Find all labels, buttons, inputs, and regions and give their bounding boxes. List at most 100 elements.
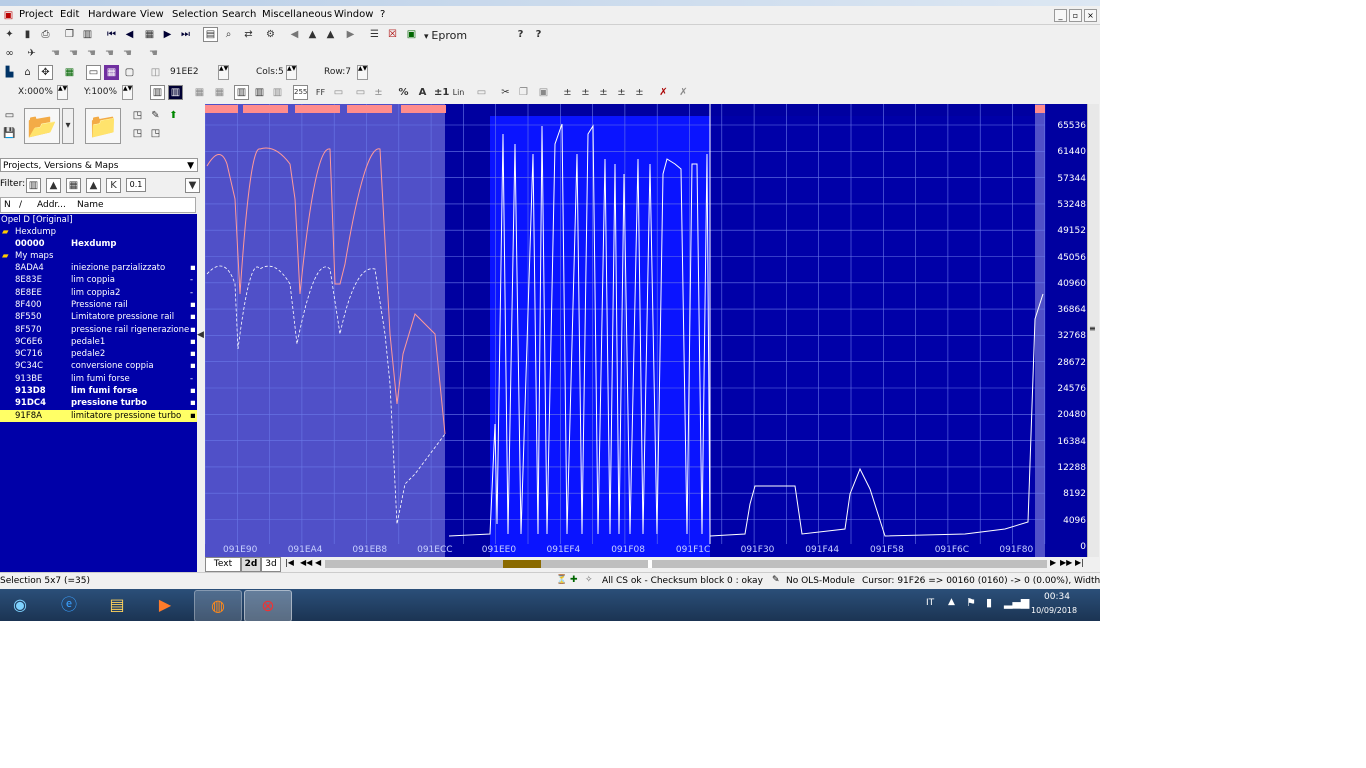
save-map-icon[interactable]: ◫ [148, 65, 163, 80]
op6-icon[interactable]: ✗ [656, 85, 671, 100]
forward-icon[interactable]: ▶ [343, 27, 358, 42]
tree-map-item[interactable]: 91F8A limitatore pressione turbo ▪ [0, 409, 197, 422]
tree-map-item[interactable]: 8E83E lim coppia - [0, 274, 197, 286]
wizard-icon[interactable]: ✦ [2, 27, 17, 42]
resize-icon[interactable]: ▢ [122, 65, 137, 80]
a-button[interactable]: A [415, 85, 430, 100]
col-addr[interactable]: Addr... [37, 200, 66, 210]
eprom-icon[interactable]: ▣ [404, 27, 419, 42]
op7-icon[interactable]: ✗ [676, 85, 691, 100]
explorer-icon[interactable]: ▤ [94, 590, 140, 620]
cols-field[interactable]: Cols:5 [256, 67, 284, 77]
hand4-icon[interactable]: ☚ [102, 46, 117, 61]
col-slash[interactable]: / [19, 200, 22, 210]
col-name[interactable]: Name [77, 200, 104, 210]
first-icon[interactable]: ⏮ [104, 27, 119, 42]
project-versions-combo[interactable]: Projects, Versions & Maps ▼ [0, 158, 198, 172]
split-icon[interactable]: ▭ [86, 65, 101, 80]
view-mode-2-icon[interactable]: ▥ [168, 85, 183, 100]
address-spinner[interactable]: ▲▼ [218, 65, 229, 80]
map-icon[interactable]: ▦ [62, 65, 77, 80]
view-mode-4-icon[interactable]: ▦ [212, 85, 227, 100]
tree-folder-mymaps[interactable]: ▰ My maps [0, 250, 197, 262]
clock-date[interactable]: 10/09/2018 [1031, 606, 1077, 615]
scroll-prev-page-icon[interactable]: ◀◀ [300, 558, 312, 567]
rows-spinner[interactable]: ▲▼ [357, 65, 368, 80]
table-view-icon[interactable]: ▤ [203, 27, 218, 42]
close-button[interactable]: × [1084, 9, 1097, 22]
tool-d-icon[interactable]: ◳ [130, 126, 145, 141]
y-zoom-spinner[interactable]: ▲▼ [122, 85, 133, 100]
op5-icon[interactable]: ± [632, 85, 647, 100]
menu-miscellaneous[interactable]: Miscellaneous [262, 9, 332, 20]
format-4-icon[interactable]: ▭ [353, 85, 368, 100]
back-icon[interactable]: ◀ [287, 27, 302, 42]
media-player-icon[interactable]: ▶ [142, 590, 188, 620]
filter-1-icon[interactable]: ▥ [26, 178, 41, 193]
rows-field[interactable]: Row:7 [324, 67, 351, 77]
scroll-last-icon[interactable]: ▶| [1075, 558, 1084, 567]
house-icon[interactable]: ⌂ [20, 65, 35, 80]
view-mode-1-icon[interactable]: ▥ [150, 85, 165, 100]
tree-map-item[interactable]: 913BE lim fumi forse - [0, 373, 197, 385]
tool-a-icon[interactable]: ◳ [130, 108, 145, 123]
menu-window[interactable]: Window [334, 9, 373, 20]
swap-icon[interactable]: ⇄ [241, 27, 256, 42]
tree-map-item[interactable]: 8E8EE lim coppia2 - [0, 287, 197, 299]
op4-icon[interactable]: ± [614, 85, 629, 100]
op1-icon[interactable]: ± [560, 85, 575, 100]
menu-hardware[interactable]: Hardware [88, 9, 136, 20]
tray-up-icon[interactable]: ▲ [948, 597, 955, 607]
language-indicator[interactable]: IT [926, 598, 934, 608]
filter-4-icon[interactable]: ▲ [86, 178, 101, 193]
tree-map-item[interactable]: 9C6E6 pedale1 ▪ [0, 336, 197, 348]
link-icon[interactable]: ∞ [2, 46, 17, 61]
plus-minus-one-button[interactable]: ±1 [433, 85, 449, 100]
flag-icon[interactable]: ⚑ [966, 596, 976, 609]
context-help-icon[interactable]: ? [531, 27, 546, 42]
map-graph[interactable]: 091E90 091EA4 091EB8 091ECC 091EE0 091EF4 091F… [205, 104, 1087, 557]
print-icon[interactable]: ⎙ [38, 27, 53, 42]
tool-c-icon[interactable]: ⬆ [166, 108, 181, 123]
view-mode-7-icon[interactable]: ▥ [270, 85, 285, 100]
filter-5-icon[interactable]: K [106, 178, 121, 193]
ie-icon[interactable]: ⓔ [46, 590, 92, 620]
tree-map-item[interactable]: 8F550 Limitatore pressione rail ▪ [0, 311, 197, 323]
format-ff-button[interactable]: FF [313, 85, 328, 100]
clock-time[interactable]: 00:34 [1044, 592, 1070, 602]
hand3-icon[interactable]: ☚ [84, 46, 99, 61]
splitter-arrow-icon[interactable]: ◀ [197, 330, 204, 340]
chart-icon[interactable]: ▙ [2, 65, 17, 80]
tree-map-item[interactable]: 91DC4 pressione turbo ▪ [0, 397, 197, 409]
new-icon[interactable]: ▭ [2, 108, 17, 123]
import-folder-icon[interactable]: 📁 [85, 108, 121, 144]
menu-selection[interactable]: Selection [172, 9, 218, 20]
view-mode-3-icon[interactable]: ▦ [192, 85, 207, 100]
open-folder-icon[interactable]: 📂 [24, 108, 60, 144]
scroll-first-icon[interactable]: |◀ [285, 558, 294, 567]
scroll-prev-icon[interactable]: ◀ [315, 558, 321, 567]
lin-button[interactable]: Lin [451, 85, 466, 100]
tab-text[interactable]: Text [205, 557, 241, 572]
horizontal-scroll-thumb[interactable] [503, 560, 541, 568]
format-5-icon[interactable]: ± [371, 85, 386, 100]
run-icon[interactable]: ✈ [24, 46, 39, 61]
network-icon[interactable]: ▂▄▆ [1004, 596, 1029, 609]
start-button-icon[interactable]: ◉ [0, 590, 40, 620]
filter-2-icon[interactable]: ▲ [46, 178, 61, 193]
hand2-icon[interactable]: ☚ [66, 46, 81, 61]
restore-button[interactable]: ▫ [1069, 9, 1082, 22]
percent-button[interactable]: % [396, 85, 411, 100]
horizontal-scroll-track[interactable] [325, 560, 1047, 568]
minimize-button[interactable]: _ [1054, 9, 1067, 22]
winols-taskbar-icon[interactable]: ⊗ [244, 590, 292, 621]
battery-icon[interactable]: ▮ [20, 27, 35, 42]
paste-icon[interactable]: ▣ [536, 85, 551, 100]
cols-spinner[interactable]: ▲▼ [286, 65, 297, 80]
color-icon[interactable]: ▦ [104, 65, 119, 80]
scroll-next-page-icon[interactable]: ▶▶ [1060, 558, 1072, 567]
map-prev-icon[interactable]: ▲ [305, 27, 320, 42]
tree-map-item[interactable]: 9C716 pedale2 ▪ [0, 348, 197, 360]
last-icon[interactable]: ⏭ [178, 27, 193, 42]
menu-search[interactable]: Search [222, 9, 256, 20]
